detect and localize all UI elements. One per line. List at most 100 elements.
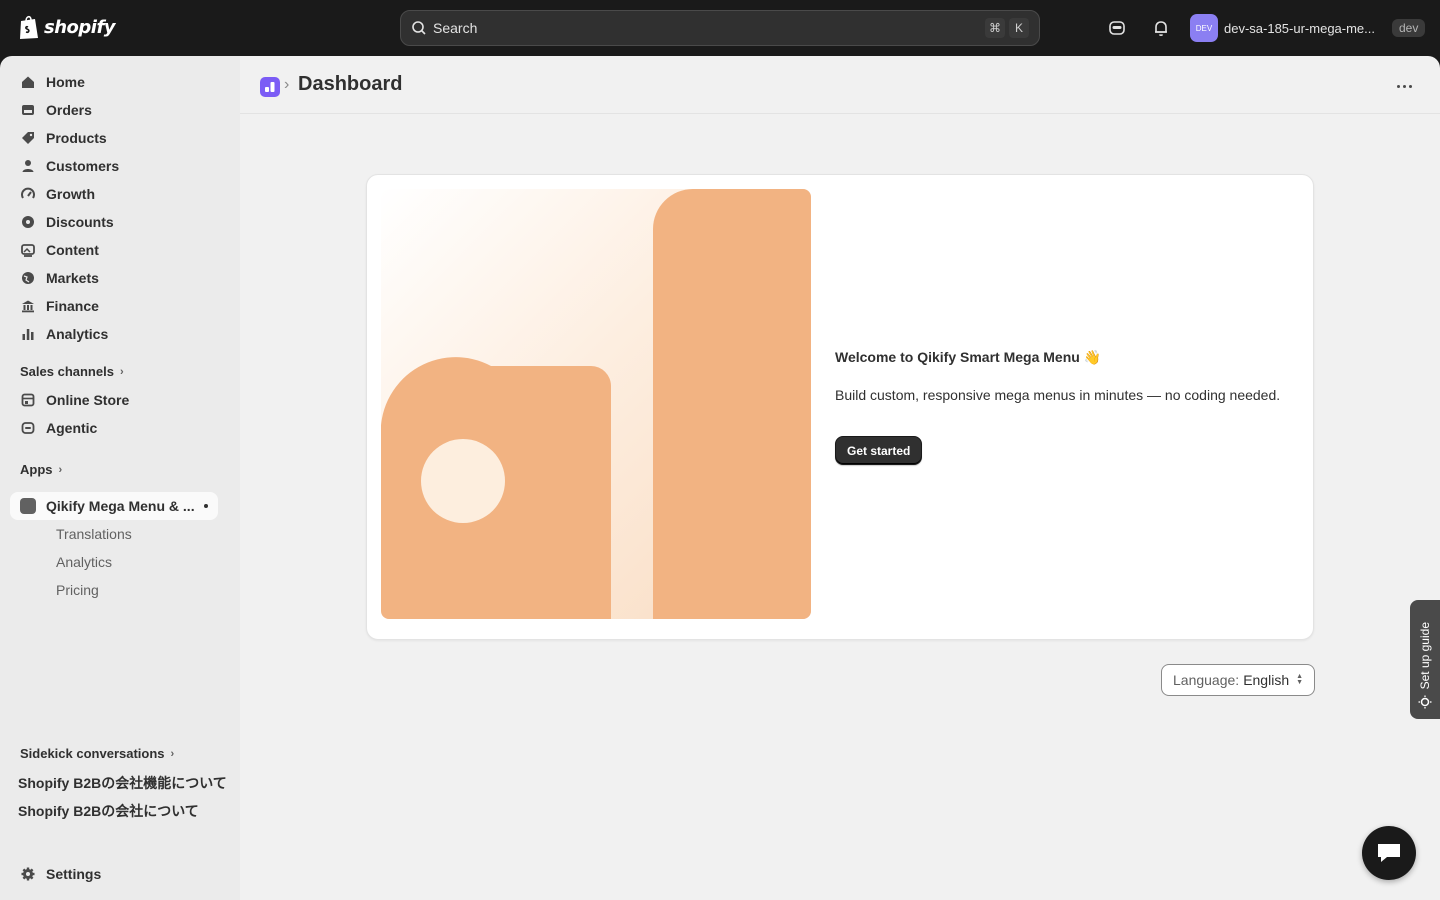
home-icon — [20, 74, 36, 90]
lightbulb-icon — [1418, 695, 1432, 709]
breadcrumb-separator-icon: › — [284, 76, 290, 93]
sidebar-item-label: Finance — [46, 298, 99, 314]
sidebar-subitem-label: Pricing — [56, 582, 99, 598]
tag-icon — [20, 130, 36, 146]
conversation-item[interactable]: Shopify B2Bの会社について — [18, 801, 199, 821]
get-started-button[interactable]: Get started — [835, 436, 923, 465]
top-bar: shopify Search ⌘ K DEV dev-sa-185-ur-meg… — [0, 0, 1440, 56]
page-title: Dashboard — [298, 73, 403, 95]
sidebar-item-orders[interactable]: Orders — [10, 96, 218, 124]
shopify-bag-icon — [20, 15, 38, 39]
chevron-right-icon: › — [119, 365, 124, 378]
search-bar[interactable]: Search ⌘ K — [400, 10, 1040, 46]
sidebar-item-label: Settings — [46, 866, 102, 882]
app-icon — [20, 498, 36, 514]
sidebar-item-label: Agentic — [46, 420, 98, 436]
sidebar-item-label: Qikify Mega Menu & ... — [46, 498, 195, 514]
select-caret-icon: ▲ ▼ — [1296, 673, 1303, 686]
sidekick-conversations-label: Sidekick conversations — [20, 746, 165, 761]
sidebar-item-label: Online Store — [46, 392, 130, 408]
more-actions-button[interactable] — [1392, 76, 1416, 96]
store-avatar: DEV — [1190, 14, 1218, 42]
bank-icon — [20, 298, 36, 314]
store-badge: dev — [1392, 19, 1426, 37]
sidebar-item-label: Discounts — [46, 214, 114, 230]
search-shortcut: ⌘ K — [985, 18, 1029, 38]
account-menu[interactable]: DEV dev-sa-185-ur-mega-me... dev — [1190, 14, 1426, 42]
person-icon — [20, 158, 36, 174]
sidebar-item-discounts[interactable]: Discounts — [10, 208, 218, 236]
sales-channels-label: Sales channels — [20, 364, 114, 379]
conversation-item[interactable]: Shopify B2Bの会社機能について — [18, 773, 227, 793]
welcome-description: Build custom, responsive mega menus in m… — [835, 387, 1281, 403]
sidebar-item-online-store[interactable]: Online Store — [10, 386, 218, 414]
sidekick-icon[interactable] — [1105, 16, 1129, 40]
chevron-right-icon: › — [58, 463, 63, 476]
bar-chart-icon — [20, 326, 36, 342]
apps-header[interactable]: Apps › — [20, 462, 62, 477]
sidebar: Home Orders Products Customers Growth Di… — [0, 56, 240, 900]
welcome-title: Welcome to Qikify Smart Mega Menu 👋 — [835, 349, 1101, 366]
sidebar-subitem-label: Analytics — [56, 554, 113, 570]
sidebar-item-label: Orders — [46, 102, 92, 118]
sidebar-item-agentic[interactable]: Agentic — [10, 414, 218, 442]
gear-icon — [20, 866, 36, 882]
sidekick-glyph-icon — [1109, 21, 1125, 35]
k-key: K — [1009, 18, 1029, 38]
sidebar-item-pricing[interactable]: Pricing — [10, 576, 218, 604]
language-select[interactable]: Language: English ▲ ▼ — [1161, 664, 1315, 696]
sidebar-item-label: Analytics — [46, 326, 109, 342]
account-name: dev-sa-185-ur-mega-me... — [1224, 20, 1375, 36]
sidebar-item-settings[interactable]: Settings — [10, 860, 218, 888]
waving-hand-icon: 👋 — [1083, 349, 1102, 365]
sidebar-item-customers[interactable]: Customers — [10, 152, 218, 180]
sidebar-item-analytics[interactable]: Analytics — [10, 320, 218, 348]
sidebar-item-growth[interactable]: Growth — [10, 180, 218, 208]
logo-text: shopify — [44, 16, 116, 38]
language-prefix: Language: — [1173, 672, 1240, 688]
sidebar-item-label: Products — [46, 130, 107, 146]
sidebar-subitem-label: Translations — [56, 526, 132, 542]
welcome-title-text: Welcome to Qikify Smart Mega Menu — [835, 349, 1080, 365]
bell-glyph-icon — [1155, 21, 1167, 36]
agentic-icon — [20, 420, 36, 436]
discount-icon — [20, 214, 36, 230]
chevron-right-icon: › — [170, 747, 175, 760]
setup-guide-label: Set up guide — [1418, 621, 1432, 689]
chat-button[interactable] — [1362, 826, 1416, 880]
setup-guide-tab[interactable]: Set up guide — [1410, 600, 1440, 719]
command-key: ⌘ — [985, 18, 1005, 38]
sidebar-item-home[interactable]: Home — [10, 68, 218, 96]
search-icon — [412, 21, 426, 35]
chat-bubble-icon — [1378, 844, 1400, 862]
globe-icon — [20, 270, 36, 286]
shopify-logo[interactable]: shopify — [18, 14, 116, 40]
sidekick-conversations-header[interactable]: Sidekick conversations › — [20, 746, 174, 761]
sidebar-item-finance[interactable]: Finance — [10, 292, 218, 320]
store-icon — [20, 392, 36, 408]
apps-label: Apps — [20, 462, 53, 477]
sidebar-item-content[interactable]: Content — [10, 236, 218, 264]
app-logo-icon[interactable] — [260, 77, 280, 97]
orders-icon — [20, 102, 36, 118]
sidebar-item-label: Growth — [46, 186, 95, 202]
language-value: English — [1243, 672, 1290, 688]
search-placeholder: Search — [433, 20, 478, 36]
sales-channels-header[interactable]: Sales channels › — [20, 364, 124, 379]
welcome-card: Welcome to Qikify Smart Mega Menu 👋 Build… — [366, 174, 1314, 640]
main-content: › Dashboard Welcome to Qikify Smart Mega… — [240, 56, 1440, 900]
pin-dot-icon[interactable] — [204, 504, 208, 508]
sidebar-item-app-analytics[interactable]: Analytics — [10, 548, 218, 576]
sidebar-item-products[interactable]: Products — [10, 124, 218, 152]
sidebar-item-label: Home — [46, 74, 85, 90]
gauge-icon — [20, 186, 36, 202]
sidebar-item-qikify-app[interactable]: Qikify Mega Menu & ... — [10, 492, 218, 520]
bell-icon[interactable] — [1149, 16, 1173, 40]
sidebar-item-translations[interactable]: Translations — [10, 520, 218, 548]
sidebar-item-markets[interactable]: Markets — [10, 264, 218, 292]
image-icon — [20, 242, 36, 258]
app-square — [20, 498, 36, 514]
sidebar-item-label: Content — [46, 242, 99, 258]
sidebar-item-label: Customers — [46, 158, 120, 174]
welcome-illustration — [381, 189, 811, 619]
